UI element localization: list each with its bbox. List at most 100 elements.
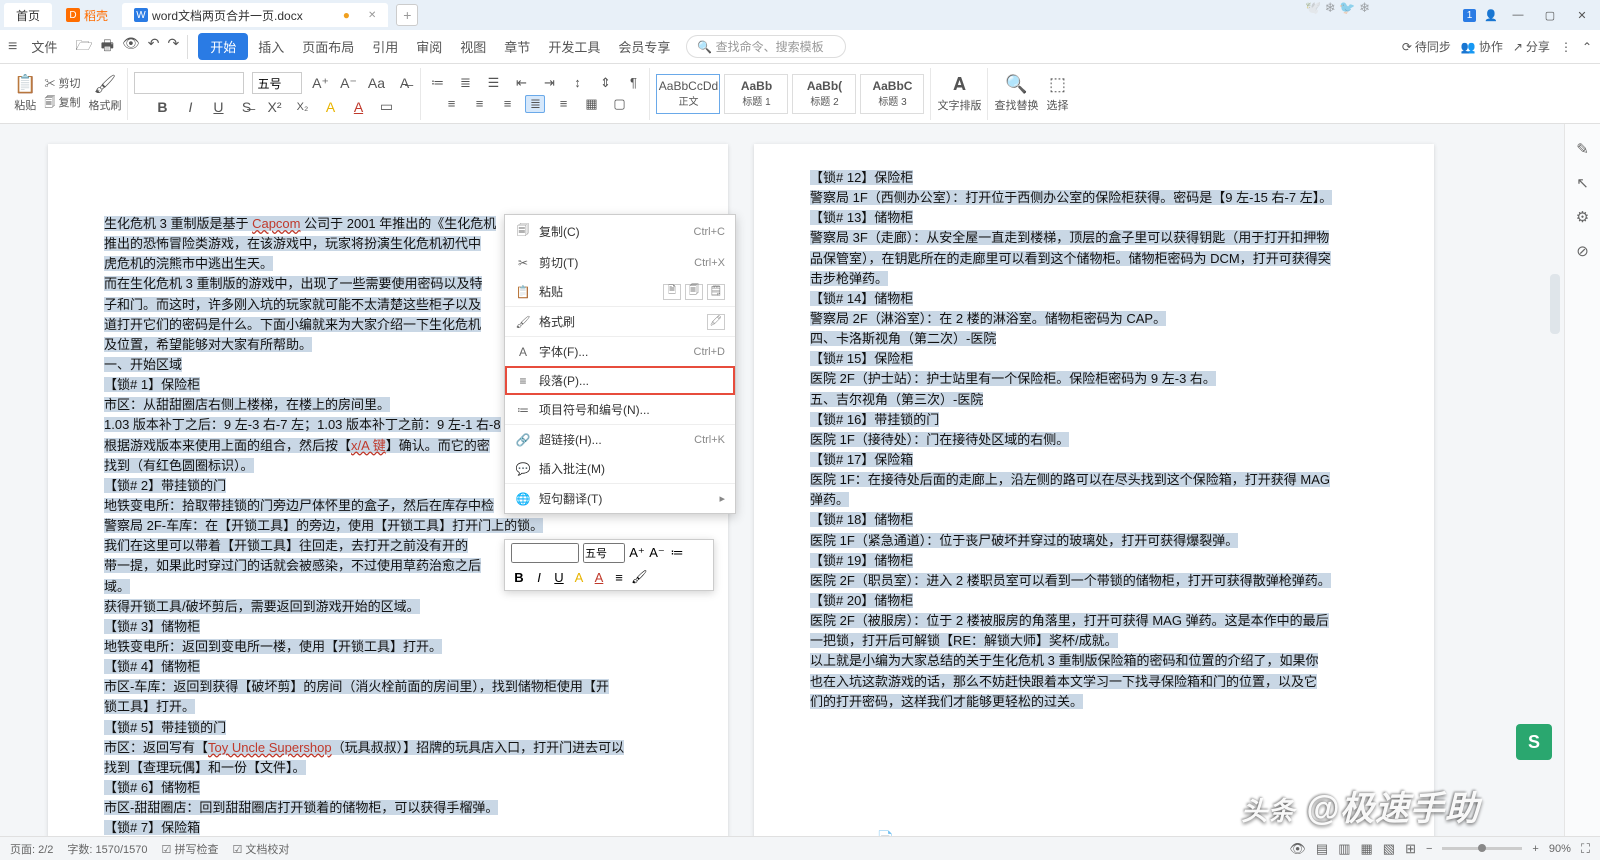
side-pencil-icon[interactable]: ✎ (1576, 140, 1589, 158)
view-page-icon[interactable]: ▥ (1338, 841, 1350, 857)
mini-font-size[interactable] (583, 543, 625, 563)
font-name-select[interactable] (134, 72, 244, 94)
view-outline-icon[interactable]: ▧ (1383, 841, 1395, 857)
ctx-comment[interactable]: 💬插入批注(M) (505, 454, 735, 483)
font-color-icon[interactable]: A (348, 99, 368, 115)
bullets-icon[interactable]: ≔ (427, 75, 447, 91)
menu-start[interactable]: 开始 (198, 33, 248, 60)
collapse-ribbon-icon[interactable]: ⌃ (1582, 38, 1592, 55)
status-page[interactable]: 页面: 2/2 (10, 841, 53, 857)
menu-chapter[interactable]: 章节 (496, 33, 538, 60)
view-eye-icon[interactable]: 👁 (1289, 841, 1306, 857)
align-left-icon[interactable]: ≡ (441, 96, 461, 111)
bold-icon[interactable]: B (152, 99, 172, 115)
minimize-button[interactable]: — (1506, 4, 1530, 26)
avatar-icon[interactable]: 👤 (1484, 9, 1498, 22)
menu-dev[interactable]: 开发工具 (540, 33, 608, 60)
tab-daoker[interactable]: D稻壳 (54, 3, 120, 27)
sync-button[interactable]: ⟳ 待同步 (1402, 38, 1451, 55)
document-canvas[interactable]: 生化危机 3 重制版是基于 Capcom 公司于 2001 年推出的《生化危机 … (0, 124, 1600, 836)
share-button[interactable]: ↗ 分享 (1513, 38, 1550, 55)
side-cursor-icon[interactable]: ↖ (1576, 174, 1589, 192)
mini-bold-icon[interactable]: B (511, 570, 527, 585)
superscript-icon[interactable]: X² (264, 99, 284, 115)
command-search[interactable]: 🔍 查找命令、搜索模板 (686, 35, 846, 58)
find-icon[interactable]: 🔍 (1005, 74, 1027, 95)
align-justify-icon[interactable]: ≣ (525, 95, 545, 113)
menu-insert[interactable]: 插入 (250, 33, 292, 60)
fullscreen-icon[interactable]: ⛶ (1581, 841, 1590, 857)
assistant-badge[interactable]: S (1516, 724, 1552, 760)
linespace-icon[interactable]: ⇕ (595, 75, 615, 91)
strike-icon[interactable]: S̶ (236, 99, 256, 115)
mini-underline-icon[interactable]: U (551, 570, 567, 585)
paste-icon[interactable]: 📋 (14, 74, 36, 95)
select-icon[interactable]: ⬚ (1049, 74, 1066, 95)
menu-view[interactable]: 视图 (452, 33, 494, 60)
showmarks-icon[interactable]: ¶ (623, 75, 643, 90)
grow-font-icon[interactable]: A⁺ (310, 75, 330, 92)
indent-left-icon[interactable]: ⇤ (511, 75, 531, 91)
tab-home[interactable]: 首页 (4, 3, 52, 27)
ctx-copy[interactable]: 🗐复制(C)Ctrl+C (505, 215, 735, 248)
new-tab-button[interactable]: + (396, 4, 418, 26)
notification-badge[interactable]: 1 (1463, 9, 1477, 22)
mini-align-icon[interactable]: ≡ (611, 570, 627, 585)
italic-icon[interactable]: I (180, 99, 200, 115)
ctx-cut[interactable]: ✂剪切(T)Ctrl+X (505, 248, 735, 277)
ctx-paste[interactable]: 📋粘贴🗎🗐🗒 (505, 277, 735, 306)
preview-icon[interactable]: 👁 (122, 35, 140, 59)
undo-icon[interactable]: ↶ (148, 35, 160, 59)
mini-painter-icon[interactable]: 🖌 (631, 569, 647, 585)
copy-button[interactable]: 🗐 复制 (44, 94, 80, 113)
numbering-icon[interactable]: ≣ (455, 75, 475, 91)
redo-icon[interactable]: ↷ (167, 35, 179, 59)
paste-opt2-icon[interactable]: 🗐 (685, 284, 703, 300)
zoom-in-button[interactable]: + (1532, 843, 1538, 855)
collab-button[interactable]: 👥 协作 (1461, 38, 1503, 55)
zoom-level[interactable]: 90% (1549, 843, 1571, 855)
indent-right-icon[interactable]: ⇥ (539, 75, 559, 91)
mini-highlight-icon[interactable]: A (571, 570, 587, 585)
underline-icon[interactable]: U (208, 99, 228, 115)
side-help-icon[interactable]: ⊘ (1576, 242, 1589, 260)
borders-icon[interactable]: ▢ (609, 96, 629, 112)
maximize-button[interactable]: ▢ (1538, 4, 1562, 26)
zoom-out-button[interactable]: − (1426, 843, 1432, 855)
menu-review[interactable]: 审阅 (408, 33, 450, 60)
mini-italic-icon[interactable]: I (531, 570, 547, 585)
align-center-icon[interactable]: ≡ (469, 96, 489, 111)
close-window-button[interactable]: ✕ (1570, 4, 1594, 26)
zoom-slider[interactable] (1442, 847, 1522, 850)
paste-opt3-icon[interactable]: 🗒 (707, 284, 725, 300)
menu-vip[interactable]: 会员专享 (610, 33, 678, 60)
ctx-font[interactable]: A字体(F)...Ctrl+D (505, 336, 735, 366)
ctx-painter[interactable]: 🖌格式刷🖍 (505, 306, 735, 336)
ctx-paragraph[interactable]: ≡段落(P)... (505, 366, 735, 395)
status-words[interactable]: 字数: 1570/1570 (67, 841, 147, 857)
ctx-hyperlink[interactable]: 🔗超链接(H)...Ctrl+K (505, 424, 735, 454)
view-read-icon[interactable]: ▤ (1316, 841, 1328, 857)
status-spellcheck[interactable]: ☑ 拼写检查 (162, 841, 219, 857)
multilevel-icon[interactable]: ☰ (483, 75, 503, 91)
font-size-select[interactable] (252, 72, 302, 94)
ctx-bullets[interactable]: ≔项目符号和编号(N)... (505, 395, 735, 424)
tab-document[interactable]: W word文档两页合并一页.docx ● ✕ (122, 3, 388, 27)
textlayout-icon[interactable]: 𝐀 (953, 74, 966, 95)
paste-opt1-icon[interactable]: 🗎 (663, 284, 681, 300)
align-right-icon[interactable]: ≡ (497, 96, 517, 111)
cut-button[interactable]: ✂ 剪切 (44, 75, 80, 91)
subscript-icon[interactable]: X₂ (292, 101, 312, 113)
menu-file[interactable]: 文件 (23, 33, 65, 60)
hamburger-icon[interactable]: ≡ (8, 38, 17, 56)
status-compare[interactable]: ☑ 文档校对 (232, 841, 289, 857)
menu-pagelayout[interactable]: 页面布局 (294, 33, 362, 60)
painter-opt-icon[interactable]: 🖍 (707, 314, 725, 330)
mini-shrink-icon[interactable]: A⁻ (649, 545, 665, 561)
painter-icon[interactable]: 🖌 (94, 74, 117, 95)
mini-grow-icon[interactable]: A⁺ (629, 545, 645, 561)
shading-icon[interactable]: ▦ (581, 96, 601, 112)
zoom-fit-icon[interactable]: ⊞ (1405, 841, 1416, 857)
more-icon[interactable]: ⋮ (1560, 38, 1572, 55)
shrink-font-icon[interactable]: A⁻ (338, 75, 358, 92)
